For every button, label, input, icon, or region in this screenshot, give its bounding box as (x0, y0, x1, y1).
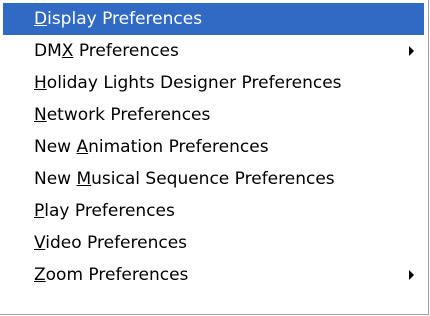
menu-item-display-preferences[interactable]: Display Preferences (3, 3, 424, 35)
menu-item-label: Network Preferences (34, 105, 211, 125)
menu-item-label: Video Preferences (34, 233, 188, 253)
menu-item-play-preferences[interactable]: Play Preferences (3, 195, 424, 227)
menu-item-label: New Musical Sequence Preferences (34, 169, 335, 189)
menu-item-new-musical-sequence-preferences[interactable]: New Musical Sequence Preferences (3, 163, 424, 195)
menu-item-label: Zoom Preferences (34, 265, 189, 285)
menu-item-label: DMX Preferences (34, 41, 179, 61)
menu-item-new-animation-preferences[interactable]: New Animation Preferences (3, 131, 424, 163)
menu-item-network-preferences[interactable]: Network Preferences (3, 99, 424, 131)
menu-item-label: Play Preferences (34, 201, 175, 221)
menu-item-label: New Animation Preferences (34, 137, 269, 157)
preferences-menu: Display Preferences DMX Preferences Holi… (0, 0, 429, 315)
menu-item-label: Display Preferences (34, 9, 203, 29)
submenu-arrow-icon (409, 270, 414, 280)
menu-item-holiday-lights-designer-preferences[interactable]: Holiday Lights Designer Preferences (3, 67, 424, 99)
menu-item-dmx-preferences[interactable]: DMX Preferences (3, 35, 424, 67)
menu-item-label: Holiday Lights Designer Preferences (34, 73, 342, 93)
menu-item-video-preferences[interactable]: Video Preferences (3, 227, 424, 259)
menu-item-zoom-preferences[interactable]: Zoom Preferences (3, 259, 424, 291)
submenu-arrow-icon (409, 46, 414, 56)
